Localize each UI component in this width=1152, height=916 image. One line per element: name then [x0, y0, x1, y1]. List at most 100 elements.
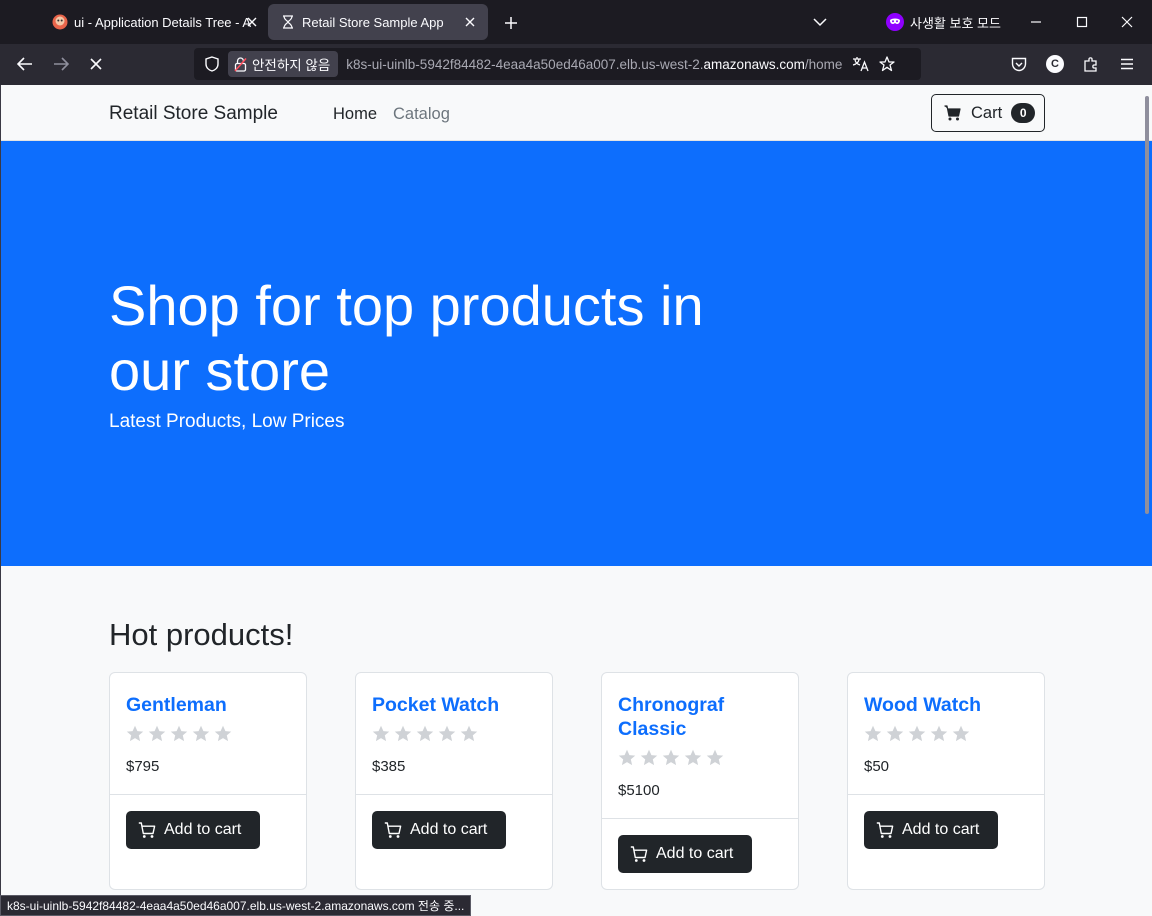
private-label: 사생활 보호 모드	[910, 15, 1001, 31]
plus-icon	[505, 17, 517, 29]
cart-icon	[630, 845, 648, 863]
close-icon	[90, 58, 102, 70]
cart-icon	[138, 821, 156, 839]
argocd-favicon-icon	[52, 14, 68, 30]
tab-title: Retail Store Sample App	[302, 14, 444, 30]
tracking-protection-shield-icon[interactable]	[202, 56, 222, 72]
star-empty-icon	[126, 725, 144, 747]
cart-button[interactable]: Cart 0	[931, 94, 1045, 132]
product-rating	[126, 725, 232, 747]
private-mask-icon	[886, 13, 904, 31]
tab-argocd[interactable]: ui - Application Details Tree - A	[40, 4, 262, 40]
minimize-button[interactable]	[1022, 8, 1050, 36]
star-empty-icon	[684, 749, 702, 771]
product-card: Gentleman $795 Add to cart	[109, 672, 307, 890]
star-empty-icon	[908, 725, 926, 747]
arrow-left-icon	[17, 57, 32, 71]
product-name-link[interactable]: Gentleman	[126, 693, 296, 717]
star-empty-icon	[148, 725, 166, 747]
product-price: $385	[372, 758, 406, 775]
close-icon[interactable]	[458, 10, 482, 34]
url-text[interactable]: k8s-ui-uinlb-5942f84482-4eaa4a50ed46a007…	[346, 57, 848, 72]
close-window-button[interactable]	[1113, 8, 1141, 36]
tab-title: ui - Application Details Tree - A	[74, 14, 252, 30]
profile-avatar[interactable]: C	[1043, 52, 1067, 76]
url-domain: amazonaws.com	[703, 56, 805, 72]
new-tab-button[interactable]	[498, 10, 524, 36]
arrow-right-icon	[54, 57, 69, 71]
star-empty-icon	[192, 725, 210, 747]
star-empty-icon	[170, 725, 188, 747]
chevron-down-icon	[813, 18, 827, 27]
product-card: Chronograf Classic $5100 Add to cart	[601, 672, 799, 890]
profile-initial: C	[1046, 55, 1064, 73]
bookmark-star-icon[interactable]	[874, 56, 900, 72]
star-empty-icon	[640, 749, 658, 771]
add-to-cart-button[interactable]: Add to cart	[372, 811, 506, 849]
status-bar: k8s-ui-uinlb-5942f84482-4eaa4a50ed46a007…	[0, 895, 472, 916]
product-name-link[interactable]: Wood Watch	[864, 693, 1034, 717]
add-to-cart-button[interactable]: Add to cart	[618, 835, 752, 873]
cart-icon	[944, 105, 961, 121]
maximize-icon	[1076, 16, 1088, 28]
star-empty-icon	[662, 749, 680, 771]
cart-count-badge: 0	[1011, 103, 1036, 123]
product-rating	[618, 749, 724, 771]
star-empty-icon	[460, 725, 478, 747]
url-bar[interactable]: 안전하지 않음 k8s-ui-uinlb-5942f84482-4eaa4a50…	[194, 48, 921, 80]
close-icon	[1121, 16, 1133, 28]
star-empty-icon	[886, 725, 904, 747]
add-to-cart-button[interactable]: Add to cart	[864, 811, 998, 849]
insecure-lock-icon	[234, 56, 247, 72]
product-price: $795	[126, 758, 160, 775]
tab-strip: ui - Application Details Tree - A Retail…	[0, 0, 1152, 44]
hero-subtitle: Latest Products, Low Prices	[109, 411, 345, 432]
nav-link-home[interactable]: Home	[333, 105, 377, 124]
back-button[interactable]	[11, 50, 39, 78]
add-to-cart-button[interactable]: Add to cart	[126, 811, 260, 849]
minimize-icon	[1031, 21, 1041, 23]
cart-icon	[384, 821, 402, 839]
tab-close-button[interactable]	[240, 4, 264, 40]
private-browsing-indicator: 사생활 보호 모드	[886, 10, 1001, 34]
product-name-link[interactable]: Chronograf Classic	[618, 693, 788, 741]
site-brand[interactable]: Retail Store Sample	[109, 103, 278, 125]
card-divider	[848, 794, 1044, 795]
star-empty-icon	[930, 725, 948, 747]
maximize-button[interactable]	[1068, 8, 1096, 36]
star-empty-icon	[952, 725, 970, 747]
cart-label: Cart	[971, 103, 1003, 122]
product-price: $5100	[618, 782, 660, 799]
star-empty-icon	[438, 725, 456, 747]
stop-loading-button[interactable]	[82, 50, 110, 78]
insecure-connection-badge[interactable]: 안전하지 않음	[228, 51, 339, 77]
list-all-tabs-button[interactable]	[808, 10, 832, 34]
insecure-label: 안전하지 않음	[252, 58, 331, 73]
card-divider	[356, 794, 552, 795]
product-name-link[interactable]: Pocket Watch	[372, 693, 542, 717]
menu-hamburger-icon[interactable]	[1115, 52, 1139, 76]
browser-window: ui - Application Details Tree - A Retail…	[0, 0, 1152, 916]
hot-products-heading: Hot products!	[109, 617, 294, 652]
nav-link-catalog[interactable]: Catalog	[393, 105, 450, 124]
page-scrollbar[interactable]	[1145, 96, 1149, 514]
loading-hourglass-icon	[280, 14, 296, 30]
star-empty-icon	[416, 725, 434, 747]
cart-icon	[876, 821, 894, 839]
url-prefix: k8s-ui-uinlb-5942f84482-4eaa4a50ed46a007…	[346, 56, 704, 72]
star-empty-icon	[394, 725, 412, 747]
star-empty-icon	[618, 749, 636, 771]
card-divider	[602, 818, 798, 819]
card-divider	[110, 794, 306, 795]
url-path: /home	[804, 56, 843, 72]
product-price: $50	[864, 758, 890, 775]
forward-button[interactable]	[47, 50, 75, 78]
add-to-cart-label: Add to cart	[656, 845, 734, 862]
star-empty-icon	[214, 725, 232, 747]
navigation-toolbar: 안전하지 않음 k8s-ui-uinlb-5942f84482-4eaa4a50…	[0, 44, 1152, 85]
translate-icon[interactable]	[848, 56, 874, 72]
star-empty-icon	[706, 749, 724, 771]
tab-retail-store[interactable]: Retail Store Sample App	[268, 4, 488, 40]
pocket-icon[interactable]	[1007, 52, 1031, 76]
extensions-puzzle-icon[interactable]	[1079, 52, 1103, 76]
